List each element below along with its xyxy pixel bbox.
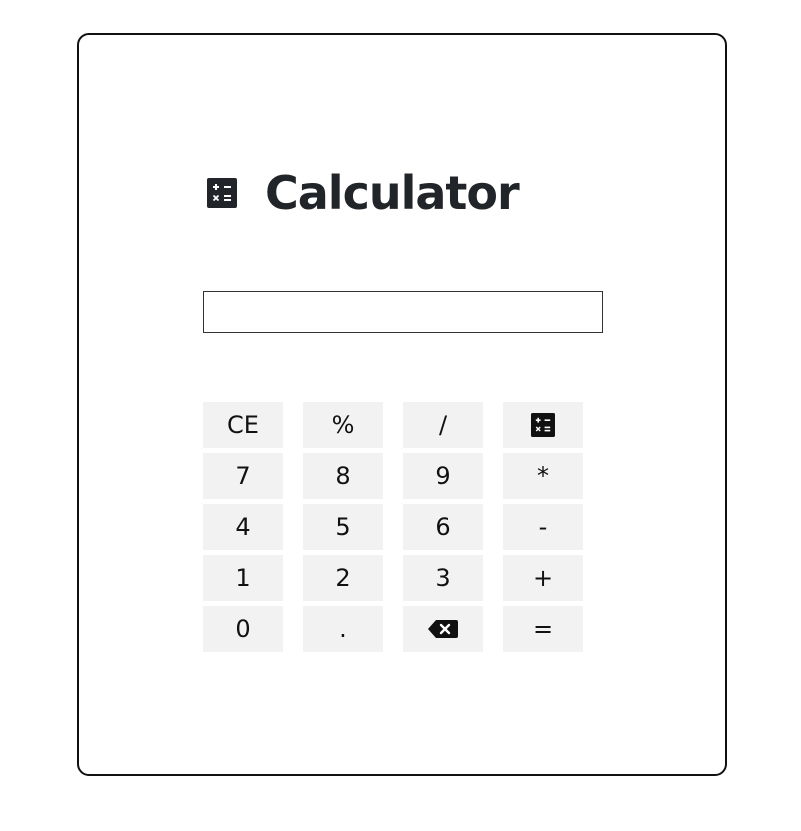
digit-8-button[interactable]: 8 xyxy=(303,453,383,499)
equals-button[interactable]: = xyxy=(503,606,583,652)
divide-button[interactable]: / xyxy=(403,402,483,448)
add-button[interactable]: + xyxy=(503,555,583,601)
page-title: Calculator xyxy=(265,166,520,220)
digit-9-button[interactable]: 9 xyxy=(403,453,483,499)
calculator-icon xyxy=(531,413,555,437)
digit-4-button[interactable]: 4 xyxy=(203,504,283,550)
digit-0-button[interactable]: 0 xyxy=(203,606,283,652)
percent-button[interactable]: % xyxy=(303,402,383,448)
digit-7-button[interactable]: 7 xyxy=(203,453,283,499)
digit-3-button[interactable]: 3 xyxy=(403,555,483,601)
decimal-button[interactable]: . xyxy=(303,606,383,652)
subtract-button[interactable]: - xyxy=(503,504,583,550)
calculator-header: Calculator xyxy=(207,165,520,221)
backspace-icon xyxy=(427,619,459,639)
digit-5-button[interactable]: 5 xyxy=(303,504,383,550)
digit-1-button[interactable]: 1 xyxy=(203,555,283,601)
backspace-button[interactable] xyxy=(403,606,483,652)
digit-2-button[interactable]: 2 xyxy=(303,555,383,601)
calculator-mode-button[interactable] xyxy=(503,402,583,448)
calculator-icon xyxy=(207,178,237,208)
digit-6-button[interactable]: 6 xyxy=(403,504,483,550)
display-input[interactable] xyxy=(203,291,603,333)
multiply-button[interactable]: * xyxy=(503,453,583,499)
keypad: CE% / 7 8 9 * 4 5 6- 1 2 3 +0. = xyxy=(203,402,583,652)
clear-entry-button[interactable]: CE xyxy=(203,402,283,448)
